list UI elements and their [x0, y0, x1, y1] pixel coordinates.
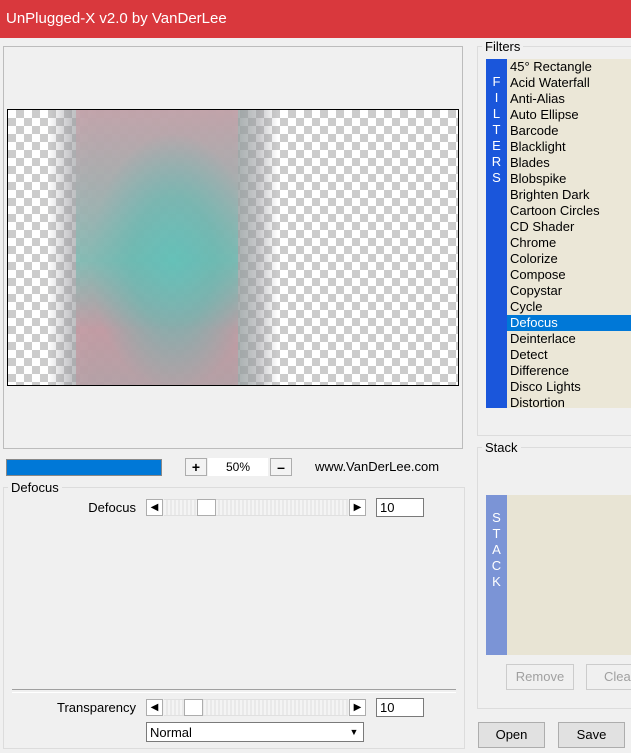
filters-side-letter: R — [491, 154, 502, 169]
zoom-in-button[interactable]: + — [185, 458, 207, 476]
filter-list-item[interactable]: 45° Rectangle — [507, 59, 631, 75]
filter-list-item[interactable]: Acid Waterfall — [507, 75, 631, 91]
stack-side-letter: A — [492, 542, 501, 557]
preview-image — [48, 110, 278, 385]
preview-canvas[interactable] — [7, 109, 459, 386]
filter-list-item[interactable]: Anti-Alias — [507, 91, 631, 107]
left-arrow-icon[interactable]: ◀ — [146, 499, 163, 516]
stack-title: Stack — [482, 440, 521, 455]
defocus-value-input[interactable]: 10 — [376, 498, 424, 517]
filter-list-item[interactable]: Deinterlace — [507, 331, 631, 347]
filter-list-item[interactable]: Copystar — [507, 283, 631, 299]
filters-title: Filters — [482, 39, 524, 54]
filter-list-item[interactable]: Blacklight — [507, 139, 631, 155]
stack-side-letter: S — [492, 510, 501, 525]
stack-list[interactable] — [507, 495, 631, 655]
slider-thumb[interactable] — [183, 699, 203, 716]
left-arrow-icon[interactable]: ◀ — [146, 699, 163, 716]
filters-side-letter: E — [492, 138, 501, 153]
filter-list-item[interactable]: Blobspike — [507, 171, 631, 187]
filters-list[interactable]: 45° Rectangle Acid Waterfall Anti-Alias Aut… — [507, 59, 631, 408]
blend-mode-select[interactable]: Normal ▼ — [146, 722, 364, 742]
filters-side-letter: F — [492, 74, 501, 89]
filter-list-item[interactable]: Brighten Dark — [507, 187, 631, 203]
slider-track[interactable] — [164, 499, 348, 516]
window-title: UnPlugged-X v2.0 by VanDerLee — [6, 10, 227, 27]
slider-thumb[interactable] — [197, 499, 216, 516]
stack-side-label: STACK — [486, 495, 507, 655]
filter-list-item[interactable]: Barcode — [507, 123, 631, 139]
filter-list-item[interactable]: Chrome — [507, 235, 631, 251]
filter-list-item[interactable]: Distortion — [507, 395, 631, 408]
website-link[interactable]: www.VanDerLee.com — [315, 459, 439, 474]
filter-list-item[interactable]: Colorize — [507, 251, 631, 267]
filter-list-item[interactable]: CD Shader — [507, 219, 631, 235]
remove-button[interactable]: Remove — [506, 664, 574, 690]
dropdown-arrow-icon[interactable]: ▼ — [345, 723, 363, 741]
save-button[interactable]: Save — [558, 722, 625, 748]
filter-list-item[interactable]: Defocus — [507, 315, 631, 331]
filters-side-letter: T — [492, 122, 501, 137]
separator — [12, 689, 456, 693]
stack-side-letter: T — [492, 526, 501, 541]
stack-side-letter: K — [492, 574, 501, 589]
filter-list-item[interactable]: Detect — [507, 347, 631, 363]
filters-side-letter: I — [494, 90, 499, 105]
right-arrow-icon[interactable]: ▶ — [349, 499, 366, 516]
defocus-label: Defocus — [88, 500, 136, 515]
clear-button[interactable]: Clea — [586, 664, 631, 690]
progress-fill — [7, 460, 161, 475]
filter-list-item[interactable]: Compose — [507, 267, 631, 283]
filter-list-item[interactable]: Blades — [507, 155, 631, 171]
filter-settings-title: Defocus — [8, 480, 62, 495]
filters-side-letter: L — [492, 106, 501, 121]
filters-side-letter: S — [492, 170, 501, 185]
stack-side-letter: C — [491, 558, 502, 573]
filter-list-item[interactable]: Difference — [507, 363, 631, 379]
filter-list-item[interactable]: Cartoon Circles — [507, 203, 631, 219]
blend-mode-value: Normal — [150, 725, 192, 740]
filter-list-item[interactable]: Cycle — [507, 299, 631, 315]
right-arrow-icon[interactable]: ▶ — [349, 699, 366, 716]
transparency-value-input[interactable]: 10 — [376, 698, 424, 717]
defocus-slider[interactable]: ◀ ▶ — [146, 499, 366, 516]
preview-image-center — [76, 110, 238, 385]
transparency-slider[interactable]: ◀ ▶ — [146, 699, 366, 716]
filter-list-item[interactable]: Auto Ellipse — [507, 107, 631, 123]
transparency-label: Transparency — [57, 700, 136, 715]
zoom-value: 50% — [208, 458, 268, 476]
filter-list-item[interactable]: Disco Lights — [507, 379, 631, 395]
title-bar: UnPlugged-X v2.0 by VanDerLee — [0, 0, 631, 38]
progress-bar — [6, 459, 162, 476]
open-button[interactable]: Open — [478, 722, 545, 748]
filters-side-label: FILTERS — [486, 59, 507, 408]
zoom-out-button[interactable]: – — [270, 458, 292, 476]
